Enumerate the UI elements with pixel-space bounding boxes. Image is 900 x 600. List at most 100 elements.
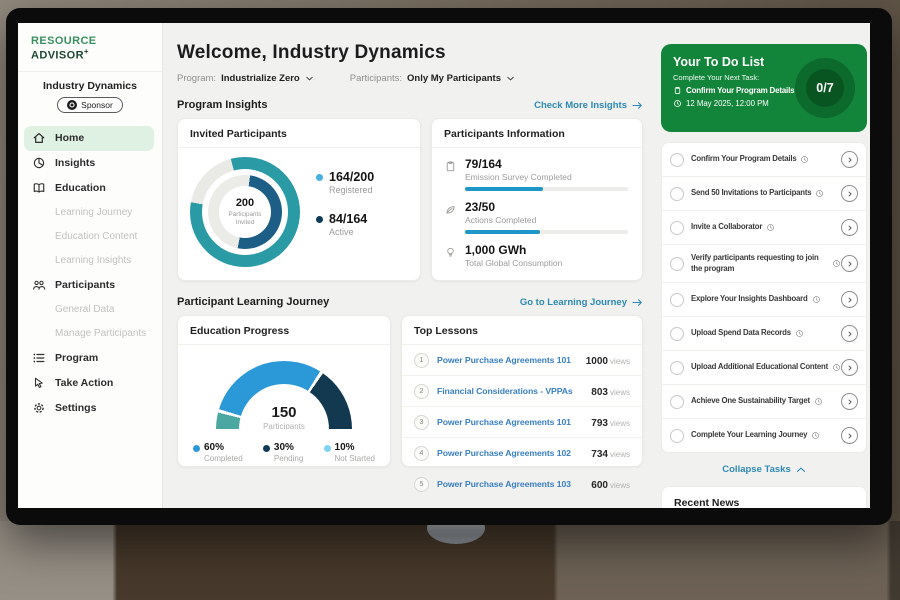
lesson-row: 5 Power Purchase Agreements 103 600views <box>402 469 642 499</box>
lesson-link[interactable]: Financial Considerations - VPPAs <box>437 386 573 396</box>
stat-emission-survey: 79/164 Emission Survey Completed <box>432 148 642 191</box>
todo-summary-card: Your To Do List Complete Your Next Task:… <box>661 44 867 132</box>
todo-next-task: Confirm Your Program Details <box>673 86 795 95</box>
sidebar-item-label: Learning Insights <box>55 255 131 266</box>
clock-icon <box>811 431 820 440</box>
main-content: Welcome, Industry Dynamics Program: Indu… <box>163 23 650 508</box>
legend-completed: 60% Completed <box>193 442 243 463</box>
card-title: Education Progress <box>178 316 390 345</box>
task-list: Confirm Your Program Details Send 50 Inv… <box>661 142 867 453</box>
recent-news-card: Recent News <box>661 486 867 508</box>
task-checkbox[interactable] <box>670 293 684 307</box>
sidebar-item-insights[interactable]: Insights <box>18 151 162 176</box>
take-action-icon <box>32 376 46 390</box>
sidebar-item-label: Education Content <box>55 231 137 242</box>
sidebar-item-learning-journey[interactable]: Learning Journey <box>18 201 162 225</box>
task-open-button[interactable] <box>841 219 858 236</box>
logo-advisor: ADVISOR <box>31 50 84 62</box>
donut-center: 200 Participants Invited <box>219 186 271 238</box>
participants-label: Participants: <box>350 73 402 84</box>
task-open-button[interactable] <box>841 185 858 202</box>
task-row[interactable]: Invite a Collaborator <box>662 211 866 245</box>
sidebar-item-participants[interactable]: Participants <box>18 273 162 298</box>
task-row[interactable]: Explore Your Insights Dashboard <box>662 283 866 317</box>
clock-icon <box>766 223 775 232</box>
task-checkbox[interactable] <box>670 429 684 443</box>
sidebar-item-take-action[interactable]: Take Action <box>18 371 162 396</box>
todo-column: Your To Do List Complete Your Next Task:… <box>661 44 867 508</box>
task-row[interactable]: Confirm Your Program Details <box>662 143 866 177</box>
lesson-link[interactable]: Power Purchase Agreements 101 <box>437 417 571 427</box>
sidebar-item-label: Take Action <box>55 377 113 389</box>
task-icon <box>673 86 682 95</box>
task-row[interactable]: Upload Additional Educational Content <box>662 351 866 385</box>
sponsor-badge[interactable]: Sponsor <box>57 97 123 113</box>
legend-registered: 164/200 Registered <box>316 170 374 195</box>
sidebar-item-program[interactable]: Program <box>18 346 162 371</box>
legend-active: 84/164 Active <box>316 212 374 237</box>
task-open-button[interactable] <box>841 255 858 272</box>
arrow-right-icon <box>632 101 643 110</box>
clock-icon <box>815 189 824 198</box>
insights-icon <box>32 156 46 170</box>
sidebar-item-label: Learning Journey <box>55 207 132 218</box>
clock-icon <box>832 363 841 372</box>
task-checkbox[interactable] <box>670 327 684 341</box>
home-icon <box>32 131 46 145</box>
logo-plus: + <box>84 47 89 56</box>
task-open-button[interactable] <box>841 325 858 342</box>
sidebar-item-label: Participants <box>55 279 115 291</box>
education-icon <box>32 181 46 195</box>
task-row[interactable]: Verify participants requesting to join t… <box>662 245 866 283</box>
journey-cards-row: Education Progress 150 Participants 60% … <box>177 315 643 467</box>
sidebar-item-settings[interactable]: Settings <box>18 396 162 421</box>
chevron-down-icon <box>305 74 314 83</box>
collapse-tasks-link[interactable]: Collapse Tasks <box>661 464 867 475</box>
link-label: Check More Insights <box>534 100 627 111</box>
sidebar-item-home[interactable]: Home <box>24 126 154 151</box>
card-title: Participants Information <box>432 119 642 148</box>
task-open-button[interactable] <box>841 393 858 410</box>
task-row[interactable]: Upload Spend Data Records <box>662 317 866 351</box>
go-to-learning-journey-link[interactable]: Go to Learning Journey <box>520 297 643 308</box>
legend-dot <box>316 174 323 181</box>
sidebar: RESOURCE ADVISOR+ Industry Dynamics Spon… <box>18 23 163 508</box>
lesson-link[interactable]: Power Purchase Agreements 102 <box>437 448 571 458</box>
check-more-insights-link[interactable]: Check More Insights <box>534 100 643 111</box>
task-open-button[interactable] <box>841 151 858 168</box>
todo-datetime: 12 May 2025, 12:00 PM <box>673 99 795 108</box>
task-row[interactable]: Achieve One Sustainability Target <box>662 385 866 419</box>
task-open-button[interactable] <box>841 291 858 308</box>
lesson-link[interactable]: Power Purchase Agreements 101 <box>437 355 571 365</box>
lesson-link[interactable]: Power Purchase Agreements 103 <box>437 479 571 489</box>
participants-dropdown[interactable]: Participants: Only My Participants <box>350 73 515 84</box>
task-checkbox[interactable] <box>670 221 684 235</box>
sidebar-item-label: Education <box>55 182 106 194</box>
clock-icon <box>812 295 821 304</box>
legend-dot <box>324 445 331 452</box>
task-row[interactable]: Send 50 Invitations to Participants <box>662 177 866 211</box>
task-checkbox[interactable] <box>670 153 684 167</box>
task-open-button[interactable] <box>841 359 858 376</box>
sidebar-item-learning-insights[interactable]: Learning Insights <box>18 249 162 273</box>
sidebar-item-education-content[interactable]: Education Content <box>18 225 162 249</box>
program-dropdown[interactable]: Program: Industrialize Zero <box>177 73 314 84</box>
sidebar-item-general-data[interactable]: General Data <box>18 298 162 322</box>
sidebar-item-manage-participants[interactable]: Manage Participants <box>18 322 162 346</box>
task-row[interactable]: Complete Your Learning Journey <box>662 419 866 452</box>
program-value: Industrialize Zero <box>221 73 300 84</box>
legend-dot <box>316 216 323 223</box>
chevron-right-icon <box>846 398 854 406</box>
chevron-right-icon <box>846 190 854 198</box>
org-block: Industry Dynamics Sponsor <box>18 80 162 115</box>
sidebar-item-education[interactable]: Education <box>18 176 162 201</box>
lesson-rank: 4 <box>414 446 429 461</box>
task-checkbox[interactable] <box>670 395 684 409</box>
card-title: Top Lessons <box>402 316 642 345</box>
task-checkbox[interactable] <box>670 257 684 271</box>
task-checkbox[interactable] <box>670 187 684 201</box>
task-checkbox[interactable] <box>670 361 684 375</box>
lesson-row: 1 Power Purchase Agreements 101 1000view… <box>402 345 642 376</box>
filters-row: Program: Industrialize Zero Participants… <box>177 73 650 84</box>
task-open-button[interactable] <box>841 427 858 444</box>
